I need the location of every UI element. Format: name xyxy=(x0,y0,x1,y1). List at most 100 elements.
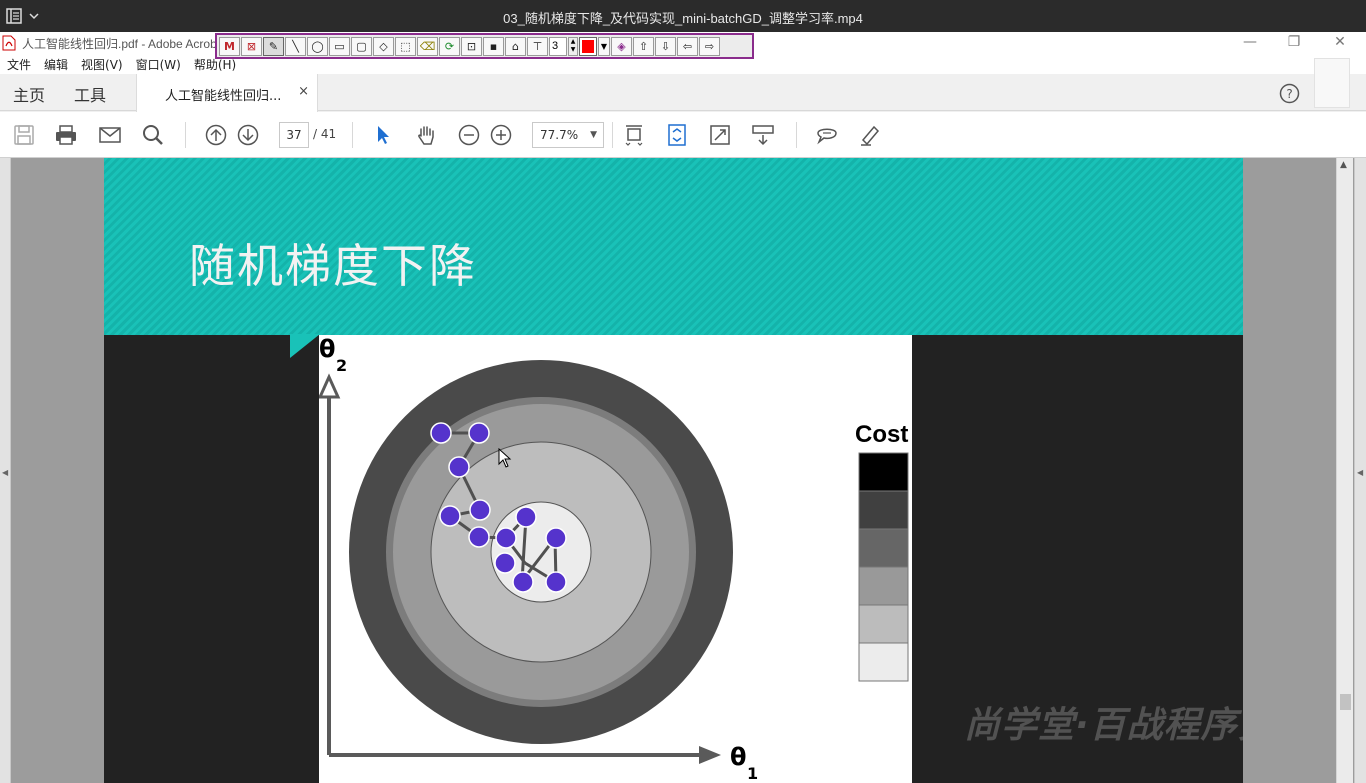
document-area[interactable]: ◀ 随机梯度下降 θ 2 θ 1 Cost 尚学堂·百战程序 ▲ ◀ xyxy=(0,158,1366,783)
theta1-label: θ xyxy=(730,743,747,771)
video-player-title-bar: 03_随机梯度下降_及代码实现_mini-batchGD_调整学习率.mp4 xyxy=(0,0,1366,32)
cost-legend-swatch xyxy=(858,490,909,530)
annotation-toolbar: M ⊠ ✎ ╲ ◯ ▭ ▢ ◇ ⬚ ⌫ ⟳ ⊡ ▪ ⌂ ⊤ 3 ▲ ▼ ▼ ◈ ⇧… xyxy=(215,33,754,59)
annotation-logo-icon[interactable]: M xyxy=(219,36,240,56)
menu-file[interactable]: 文件 xyxy=(7,56,31,73)
email-icon[interactable] xyxy=(99,124,121,146)
frame-icon[interactable]: ⊡ xyxy=(461,36,482,56)
minimize-button[interactable]: — xyxy=(1240,34,1260,50)
line-tool-icon[interactable]: ╲ xyxy=(285,36,306,56)
left-pane-toggle[interactable]: ◀ xyxy=(0,158,11,783)
menu-window[interactable]: 窗口(W) xyxy=(136,56,181,73)
cost-legend-swatch xyxy=(858,604,909,644)
toolbar-separator xyxy=(796,122,797,148)
scroll-up-icon[interactable]: ▲ xyxy=(1340,160,1347,170)
theta1-subscript: 1 xyxy=(747,764,758,783)
fit-page-icon[interactable] xyxy=(623,124,645,146)
tab-home[interactable]: 主页 xyxy=(13,82,45,106)
zoom-out-icon[interactable] xyxy=(458,124,480,146)
restore-button[interactable]: ❐ xyxy=(1284,34,1304,50)
rotate-view-icon[interactable] xyxy=(666,124,688,146)
tab-tools[interactable]: 工具 xyxy=(74,82,106,106)
expand-left-icon: ◀ xyxy=(2,468,9,477)
sgd-point xyxy=(469,499,491,521)
tab-bar: 主页 工具 人工智能线性回归... × ? xyxy=(0,74,1366,112)
zoom-in-icon[interactable] xyxy=(490,124,512,146)
print-icon[interactable] xyxy=(55,124,77,146)
menu-edit[interactable]: 编辑 xyxy=(44,56,68,73)
select-cursor-icon[interactable] xyxy=(372,124,394,146)
sgd-point xyxy=(430,422,452,444)
close-window-button[interactable]: ✕ xyxy=(1330,34,1350,50)
toolbar-separator xyxy=(352,122,353,148)
color-dropdown-icon[interactable]: ▼ xyxy=(598,36,610,56)
scroll-mode-icon[interactable] xyxy=(752,124,774,146)
sgd-point xyxy=(494,552,516,574)
comment-icon[interactable] xyxy=(816,124,838,146)
line-width-input[interactable]: 3 xyxy=(549,36,567,56)
rectangle-tool-icon[interactable]: ▭ xyxy=(329,36,350,56)
next-page-icon[interactable] xyxy=(237,124,259,146)
highlight-pen-icon[interactable] xyxy=(859,124,881,146)
layers-icon[interactable]: ◈ xyxy=(611,36,632,56)
polygon-tool-icon[interactable]: ◇ xyxy=(373,36,394,56)
right-pane-toggle[interactable]: ◀ xyxy=(1354,158,1366,783)
sgd-point xyxy=(545,571,567,593)
selection-tool-icon[interactable]: ⬚ xyxy=(395,36,416,56)
arrow-down-icon[interactable]: ⇩ xyxy=(655,36,676,56)
refresh-icon[interactable]: ⟳ xyxy=(439,36,460,56)
arrow-right-icon[interactable]: ⇨ xyxy=(699,36,720,56)
gradient-descent-figure: θ 2 θ 1 Cost xyxy=(319,335,912,783)
zoom-value: 77.7% xyxy=(540,128,579,142)
rounded-rect-tool-icon[interactable]: ▢ xyxy=(351,36,372,56)
page-number-input[interactable]: 37 xyxy=(279,122,309,148)
full-screen-icon[interactable] xyxy=(709,124,731,146)
screen: 03_随机梯度下降_及代码实现_mini-batchGD_调整学习率.mp4 人… xyxy=(0,0,1366,783)
contour-ring-5 xyxy=(490,501,592,603)
sgd-point xyxy=(468,422,490,444)
open-folder-icon[interactable]: ⌂ xyxy=(505,36,526,56)
theta2-subscript: 2 xyxy=(336,356,347,375)
account-panel[interactable] xyxy=(1314,58,1350,108)
toolbar-separator xyxy=(185,122,186,148)
close-tab-icon[interactable]: × xyxy=(298,84,309,99)
watermark-logo: 尚学堂·百战程序员 xyxy=(964,705,1243,746)
scrollbar-thumb[interactable] xyxy=(1340,694,1351,710)
search-icon[interactable] xyxy=(142,124,164,146)
menu-view[interactable]: 视图(V) xyxy=(81,56,123,73)
vertical-scrollbar[interactable]: ▲ xyxy=(1336,158,1353,783)
eraser-tool-icon[interactable]: ⌫ xyxy=(417,36,438,56)
x-axis-arrowhead xyxy=(699,746,721,764)
sgd-point xyxy=(515,506,537,528)
sgd-point xyxy=(512,571,534,593)
line-width-spinner[interactable]: ▲ ▼ xyxy=(568,36,578,56)
hand-tool-icon[interactable] xyxy=(415,124,437,146)
expand-right-icon: ◀ xyxy=(1357,468,1364,477)
zoom-dropdown[interactable]: 77.7% ▼ xyxy=(532,122,604,148)
tab-document[interactable]: 人工智能线性回归... × xyxy=(136,74,318,112)
svg-text:?: ? xyxy=(1286,87,1292,101)
cost-legend-swatch xyxy=(858,566,909,606)
banner-notch xyxy=(290,334,320,358)
color-swatch[interactable] xyxy=(579,36,597,56)
arrow-left-icon[interactable]: ⇦ xyxy=(677,36,698,56)
help-icon[interactable]: ? xyxy=(1279,83,1300,104)
theta2-label: θ xyxy=(319,335,336,363)
sgd-point xyxy=(545,527,567,549)
arrow-up-icon[interactable]: ⇧ xyxy=(633,36,654,56)
save-icon[interactable] xyxy=(13,124,35,146)
previous-page-icon[interactable] xyxy=(205,124,227,146)
cost-legend-title: Cost xyxy=(855,421,908,448)
line-width-icon[interactable]: ⊤ xyxy=(527,36,548,56)
cost-legend-swatch xyxy=(858,642,909,682)
tab-document-label: 人工智能线性回归... xyxy=(165,89,282,104)
slide-banner: 随机梯度下降 xyxy=(104,158,1243,335)
pen-tool-icon[interactable]: ✎ xyxy=(263,36,284,56)
current-color xyxy=(582,39,594,53)
sgd-point xyxy=(448,456,470,478)
video-title: 03_随机梯度下降_及代码实现_mini-batchGD_调整学习率.mp4 xyxy=(503,11,863,26)
main-toolbar: 37 / 41 77.7% ▼ xyxy=(0,112,1366,158)
clear-annotations-icon[interactable]: ⊠ xyxy=(241,36,262,56)
save-annotation-icon[interactable]: ▪ xyxy=(483,36,504,56)
ellipse-tool-icon[interactable]: ◯ xyxy=(307,36,328,56)
